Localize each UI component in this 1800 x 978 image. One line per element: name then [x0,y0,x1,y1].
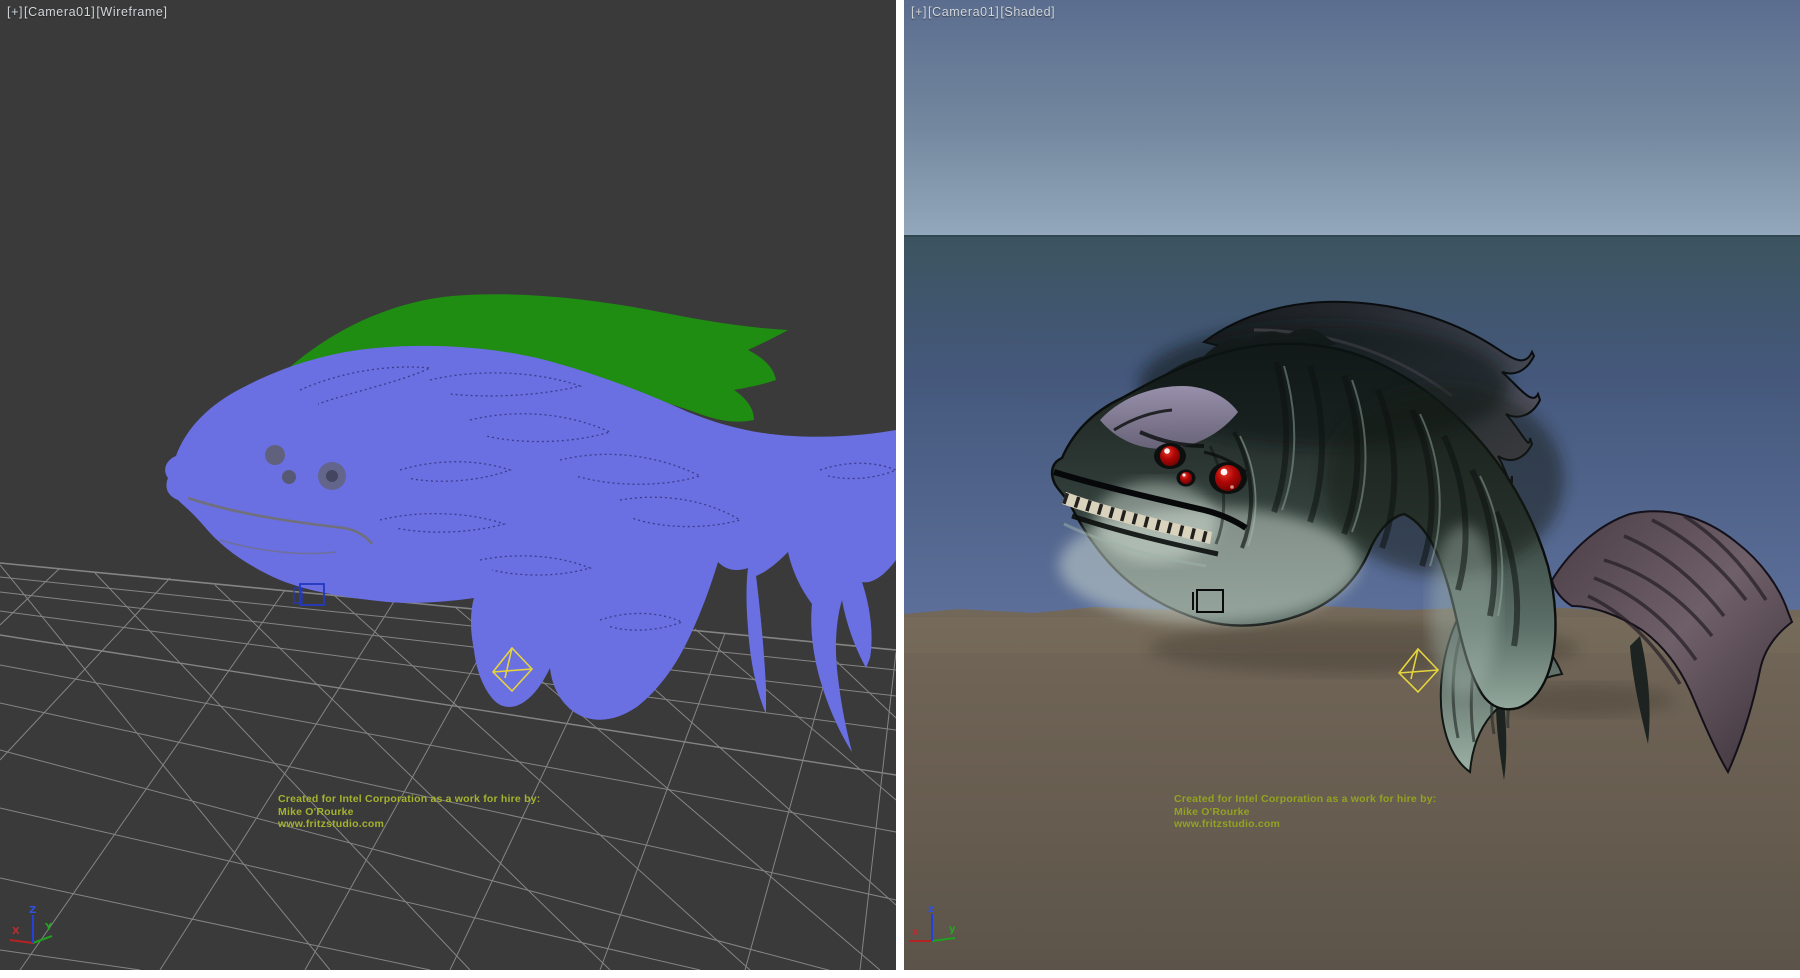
axis-tripod: x y z [906,903,968,959]
eye-rear-highlight [1221,469,1228,476]
eye-spot-upper [265,445,285,465]
axis-z-label: z [928,904,934,915]
ground-grid [0,563,896,970]
credit-text: Created for Intel Corporation as a work … [278,793,608,831]
eye-rear [1215,465,1241,491]
credit-line-2: Mike O'Rourke [1174,806,1504,819]
axis-z-label: Z [29,905,36,916]
viewport-label: [+][Camera01][Shaded] [911,5,1056,19]
axis-x-label: X [12,926,20,937]
credit-line-3: www.fritzstudio.com [1174,818,1504,831]
viewport-menu-camera[interactable]: [Camera01] [928,5,999,19]
viewport-menu-plus[interactable]: [+] [911,5,927,19]
viewport-shaded[interactable]: [+][Camera01][Shaded] Created for Intel … [904,0,1800,970]
viewport-wireframe[interactable]: [+][Camera01][Wireframe] Created for Int… [0,0,896,970]
axis-y-label: y [949,924,956,935]
eye-rear-glint [1230,485,1234,489]
axis-x-line [10,940,33,943]
axis-y-line [932,938,955,941]
eye-mid-highlight [1182,473,1185,476]
viewport-menu-shading[interactable]: [Wireframe] [96,5,167,19]
credit-line-1: Created for Intel Corporation as a work … [1174,793,1504,806]
eye-front [1160,446,1180,466]
eye-mid [1180,472,1192,484]
sky [904,0,1800,236]
credit-line-1: Created for Intel Corporation as a work … [278,793,608,806]
axis-y-label: Y [44,922,53,933]
eye-spot-small [282,470,296,484]
axis-y-line [33,936,52,943]
viewport-menu-shading[interactable]: [Shaded] [1000,5,1055,19]
credit-line-2: Mike O'Rourke [278,806,608,819]
eye-front-highlight [1164,448,1170,454]
credit-text: Created for Intel Corporation as a work … [1174,793,1504,831]
axis-x-label: x [912,927,919,938]
viewport-canvas: [+][Camera01][Wireframe] Created for Int… [0,0,1800,978]
credit-line-3: www.fritzstudio.com [278,818,608,831]
axis-tripod: X Y Z [2,903,64,959]
viewport-label: [+][Camera01][Wireframe] [7,5,169,19]
viewport-menu-camera[interactable]: [Camera01] [24,5,95,19]
eye-spot-main-core [326,470,338,482]
fish-stipple-texture [165,346,896,752]
viewport-menu-plus[interactable]: [+] [7,5,23,19]
horizon-line [904,235,1800,237]
